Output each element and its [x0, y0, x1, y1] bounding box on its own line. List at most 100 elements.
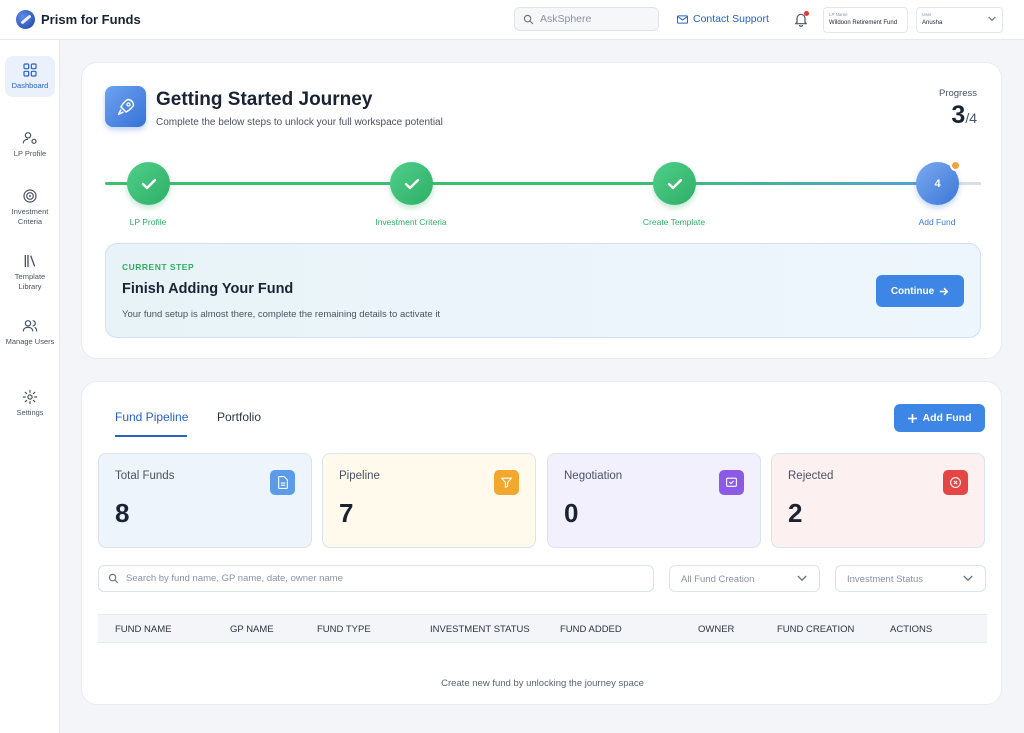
library-icon [24, 255, 36, 267]
search-icon [108, 573, 119, 584]
active-tab-indicator [115, 435, 187, 437]
mail-icon [677, 14, 688, 24]
investment-status-filter-value: Investment Status [847, 574, 924, 585]
fund-search-input[interactable] [126, 573, 646, 584]
column-header[interactable]: FUND TYPE [317, 624, 371, 635]
pending-badge [950, 160, 961, 171]
asksphere-input[interactable] [540, 13, 650, 25]
step-lp-profile[interactable] [127, 162, 170, 205]
add-fund-button[interactable]: Add Fund [894, 404, 985, 432]
progress-current: 3 [951, 101, 966, 129]
sidebar-item-settings[interactable]: Settings [5, 389, 55, 418]
progress-value: 3/4 [951, 101, 977, 130]
continue-label: Continue [890, 285, 935, 297]
close-circle-icon [943, 470, 968, 495]
user-label: User [922, 12, 932, 17]
sidebar-item-manage-users[interactable]: Manage Users [5, 318, 55, 347]
tab-fund-pipeline[interactable]: Fund Pipeline [115, 410, 188, 424]
step-add-fund[interactable]: 4 [916, 160, 961, 205]
progress-total: /4 [965, 110, 977, 126]
column-header[interactable]: INVESTMENT STATUS [430, 624, 530, 635]
fund-creation-filter[interactable]: All Fund Creation [669, 565, 820, 592]
fund-creation-filter-value: All Fund Creation [681, 574, 755, 585]
step-label-create-template: Create Template [642, 217, 706, 227]
stat-label: Total Funds [115, 470, 175, 482]
current-step-kicker: CURRENT STEP [122, 262, 195, 272]
fund-pipeline-card: Fund Pipeline Portfolio Add Fund Total F… [81, 381, 1002, 705]
check-icon [667, 178, 682, 189]
step-label-lp-profile: LP Profile [129, 217, 167, 227]
step-number: 4 [934, 177, 941, 190]
stat-label: Negotiation [564, 470, 623, 482]
brand[interactable]: Prism for Funds [16, 10, 141, 29]
sidebar-item-label: Settings [16, 408, 44, 417]
check-icon [141, 178, 156, 189]
sidebar: Dashboard LP Profile Investment Criteria… [0, 40, 60, 733]
progress-track-remaining [958, 182, 981, 185]
step-create-template[interactable] [653, 162, 696, 205]
progress-track [105, 182, 981, 185]
page-title: Getting Started Journey [156, 89, 373, 110]
gear-icon [22, 389, 38, 405]
step-label-investment-criteria: Investment Criteria [375, 217, 447, 227]
handshake-icon [719, 470, 744, 495]
chevron-down-icon [963, 575, 973, 582]
continue-button[interactable]: Continue [876, 275, 964, 307]
sidebar-item-label: LP Profile [13, 149, 47, 158]
lp-name-label: LP Name [829, 12, 848, 17]
chevron-down-icon [797, 575, 807, 582]
column-header[interactable]: ACTIONS [890, 624, 932, 635]
sidebar-item-template-library[interactable]: Template Library [5, 253, 55, 292]
step-investment-criteria[interactable] [390, 162, 433, 205]
stat-label: Pipeline [339, 470, 380, 482]
column-header[interactable]: FUND NAME [115, 624, 171, 635]
sidebar-item-lp-profile[interactable]: LP Profile [5, 130, 55, 159]
user-settings-icon [22, 132, 37, 144]
rocket-icon [105, 86, 146, 127]
sidebar-item-label: Investment Criteria [11, 207, 49, 226]
stat-rejected: Rejected 2 [771, 453, 985, 548]
prism-logo-icon [16, 10, 35, 29]
stat-total-funds: Total Funds 8 [98, 453, 312, 548]
fund-search[interactable] [98, 565, 654, 592]
stat-pipeline: Pipeline 7 [322, 453, 536, 548]
sidebar-item-label: Dashboard [11, 81, 49, 90]
sidebar-item-label: Template Library [14, 272, 46, 291]
table-header: FUND NAME GP NAME FUND TYPE INVESTMENT S… [98, 614, 987, 643]
progress-label: Progress [938, 88, 977, 99]
sidebar-item-dashboard[interactable]: Dashboard [5, 56, 55, 97]
tab-portfolio[interactable]: Portfolio [217, 410, 261, 424]
asksphere-search[interactable] [514, 7, 659, 31]
top-bar: Prism for Funds Contact Support LP Name … [0, 0, 1024, 40]
app-name: Prism for Funds [41, 12, 141, 27]
column-header[interactable]: OWNER [698, 624, 734, 635]
getting-started-card: Getting Started Journey Complete the bel… [81, 62, 1002, 359]
stat-value: 8 [115, 498, 130, 528]
lp-name-selector[interactable]: LP Name Wildoon Retirement Fund [823, 7, 908, 33]
stat-value: 2 [788, 498, 803, 528]
lp-name-value: Wildoon Retirement Fund [829, 20, 898, 26]
users-icon [22, 320, 38, 332]
stat-negotiation: Negotiation 0 [547, 453, 761, 548]
empty-table-message: Create new fund by unlocking the journey… [441, 678, 644, 689]
investment-status-filter[interactable]: Investment Status [835, 565, 986, 592]
stat-value: 7 [339, 498, 354, 528]
grid-icon [23, 63, 37, 77]
current-step-description: Your fund setup is almost there, complet… [122, 309, 441, 320]
notifications-button[interactable] [793, 11, 809, 27]
user-menu[interactable]: User Anusha [916, 7, 1003, 33]
arrow-right-icon [939, 287, 949, 295]
column-header[interactable]: GP NAME [230, 624, 274, 635]
user-name: Anusha [922, 20, 943, 26]
sidebar-item-investment-criteria[interactable]: Investment Criteria [5, 188, 55, 227]
search-icon [523, 14, 534, 24]
current-step-panel: CURRENT STEP Finish Adding Your Fund You… [105, 243, 981, 338]
funnel-icon [494, 470, 519, 495]
step-label-add-fund: Add Fund [918, 217, 956, 227]
stat-value: 0 [564, 498, 579, 528]
document-icon [270, 470, 295, 495]
check-icon [404, 178, 419, 189]
column-header[interactable]: FUND CREATION [777, 624, 854, 635]
column-header[interactable]: FUND ADDED [560, 624, 622, 635]
contact-support-link[interactable]: Contact Support [677, 13, 769, 25]
